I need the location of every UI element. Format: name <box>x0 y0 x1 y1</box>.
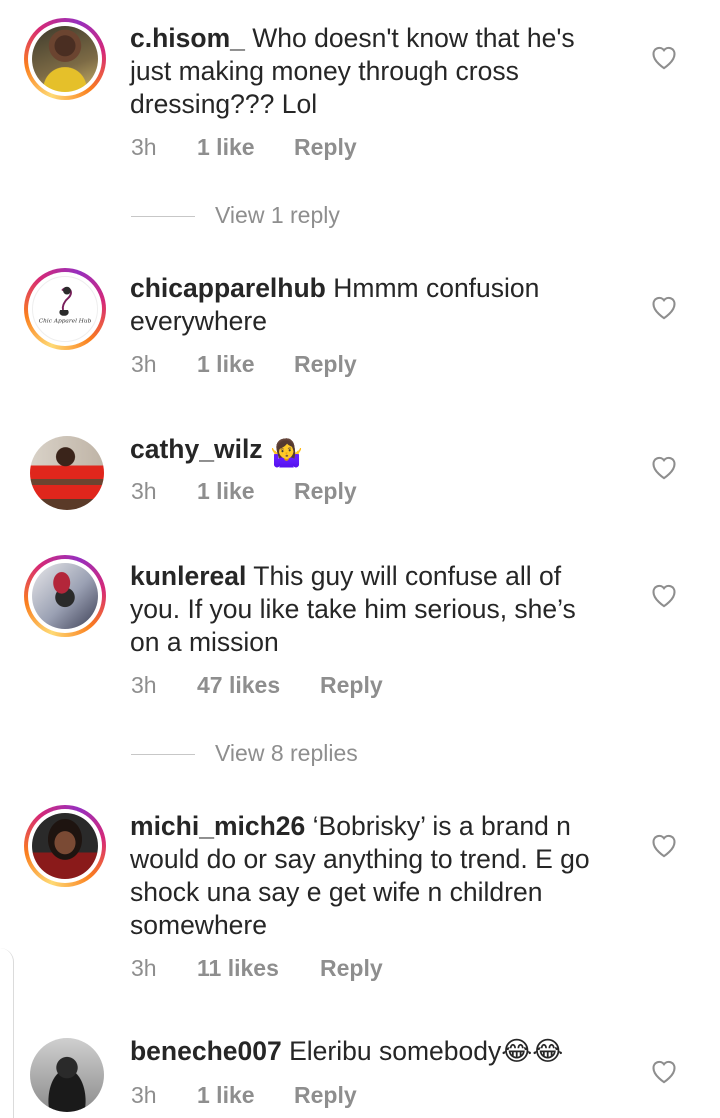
comment-time: 3h <box>131 478 157 504</box>
comment-meta: 3h 47 likes Reply <box>131 672 383 699</box>
comment-text: cathy_wilz 🤷‍♀️ <box>130 433 610 470</box>
comment-meta: 3h 1 like Reply <box>131 478 357 505</box>
view-replies-button[interactable]: View 1 reply <box>131 202 340 232</box>
comment-meta: 3h 1 like Reply <box>131 351 357 378</box>
brand-logo-image: Chic Apparel Hub <box>39 286 92 325</box>
avatar[interactable] <box>30 1038 104 1112</box>
comment-time: 3h <box>131 955 157 981</box>
comment-likes[interactable]: 1 like <box>197 478 294 505</box>
comment-time: 3h <box>131 1082 157 1108</box>
comment-username[interactable]: chicapparelhub <box>130 273 326 303</box>
comment-meta: 3h 1 like Reply <box>131 1082 357 1109</box>
comment-meta: 3h 1 like Reply <box>131 134 357 161</box>
reply-button[interactable]: Reply <box>320 672 383 699</box>
comment-text: michi_mich26 ‘Bobrisky’ is a brand n wou… <box>130 810 610 942</box>
comment-text: beneche007 Eleribu somebody😂😂 <box>130 1035 610 1068</box>
heart-outline-icon[interactable] <box>650 582 678 608</box>
comment-body: Eleribu somebody😂😂 <box>289 1036 564 1066</box>
comment-likes[interactable]: 11 likes <box>197 955 320 982</box>
avatar[interactable] <box>30 436 104 510</box>
comment-time: 3h <box>131 672 157 698</box>
sheet-edge <box>0 948 14 1118</box>
divider-line <box>131 754 195 756</box>
reply-button[interactable]: Reply <box>294 134 357 161</box>
comment-username[interactable]: c.hisom_ <box>130 23 245 53</box>
avatar[interactable] <box>24 18 106 100</box>
heart-outline-icon[interactable] <box>650 44 678 70</box>
comment-time: 3h <box>131 351 157 377</box>
comment-text: chicapparelhub Hmmm confusion everywhere <box>130 272 610 338</box>
comment-time: 3h <box>131 134 157 160</box>
heart-outline-icon[interactable] <box>650 1058 678 1084</box>
shrug-emoji: 🤷‍♀️ <box>269 438 303 468</box>
view-replies-label: View 1 reply <box>215 202 340 228</box>
avatar[interactable] <box>24 805 106 887</box>
avatar-logo-text: Chic Apparel Hub <box>39 319 92 325</box>
divider-line <box>131 216 195 218</box>
comment-meta: 3h 11 likes Reply <box>131 955 383 982</box>
comment-username[interactable]: cathy_wilz <box>130 434 263 464</box>
avatar[interactable]: Chic Apparel Hub <box>24 268 106 350</box>
heart-outline-icon[interactable] <box>650 832 678 858</box>
reply-button[interactable]: Reply <box>294 1082 357 1109</box>
comment-username[interactable]: kunlereal <box>130 561 246 591</box>
reply-button[interactable]: Reply <box>294 478 357 505</box>
comment-likes[interactable]: 1 like <box>197 351 294 378</box>
view-replies-label: View 8 replies <box>215 740 358 766</box>
comment-username[interactable]: beneche007 <box>130 1036 282 1066</box>
heart-outline-icon[interactable] <box>650 294 678 320</box>
comment-text: kunlereal This guy will confuse all of y… <box>130 560 610 659</box>
comment-likes[interactable]: 1 like <box>197 134 294 161</box>
heart-outline-icon[interactable] <box>650 454 678 480</box>
comment-likes[interactable]: 1 like <box>197 1082 294 1109</box>
avatar[interactable] <box>24 555 106 637</box>
comment-text: c.hisom_ Who doesn't know that he's just… <box>130 22 610 121</box>
reply-button[interactable]: Reply <box>294 351 357 378</box>
comment-likes[interactable]: 47 likes <box>197 672 320 699</box>
reply-button[interactable]: Reply <box>320 955 383 982</box>
view-replies-button[interactable]: View 8 replies <box>131 740 358 770</box>
comment-username[interactable]: michi_mich26 <box>130 811 305 841</box>
